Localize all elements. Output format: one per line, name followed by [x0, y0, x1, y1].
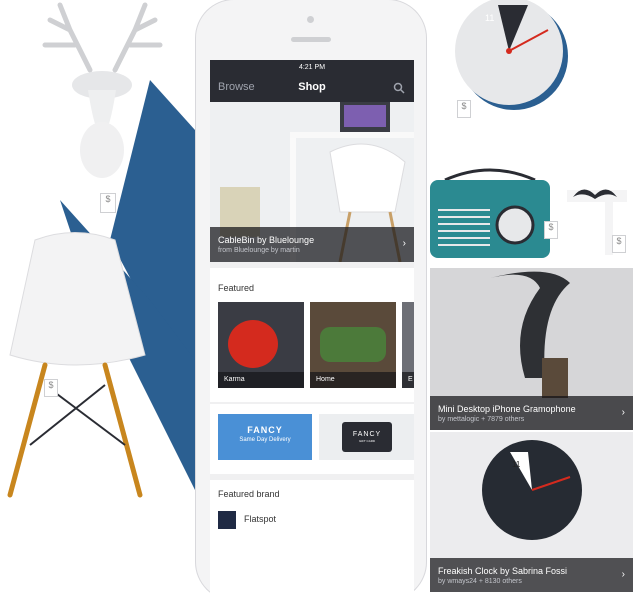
clock-number: 11 [512, 460, 521, 469]
chevron-right-icon: › [402, 238, 406, 249]
status-time: 4:21 PM [298, 63, 326, 71]
clock-number: 11 [485, 13, 495, 23]
gramophone-title: Mini Desktop iPhone Gramophone [438, 404, 576, 414]
chevron-right-icon: › [621, 569, 625, 580]
giftcard-subtitle: GIFT CARD [358, 439, 376, 443]
search-icon[interactable] [393, 82, 405, 94]
fancy-delivery-banner[interactable]: FANCY Same Day Delivery [218, 414, 312, 460]
gramophone-subtitle: by mettalogic + 7879 others [438, 416, 525, 423]
phone-speaker [291, 37, 331, 42]
featured-brand-section: Featured brand Flatspot [210, 480, 414, 600]
banner-subtitle: Same Day Delivery [239, 437, 291, 443]
hero-subtitle: from Bluelounge by martin [218, 247, 300, 254]
price-tag: $ [544, 221, 558, 239]
clock-caption: Freakish Clock by Sabrina Fossi by wmays… [430, 558, 633, 592]
featured-item-karma[interactable]: Karma [218, 302, 304, 388]
page-title: Shop [298, 81, 326, 93]
clock-subtitle: by wmays24 + 8130 others [438, 578, 522, 585]
price-tag: $ [44, 379, 58, 397]
product-card-gramophone[interactable]: Mini Desktop iPhone Gramophone by mettal… [430, 268, 633, 430]
featured-item-home[interactable]: Home [310, 302, 396, 388]
featured-item-label: Karma [218, 372, 304, 388]
featured-item-label: Home [310, 372, 396, 388]
status-bar: 4:21 PM [210, 60, 414, 74]
price-tag: $ [100, 193, 116, 213]
price-tag: $ [457, 100, 471, 118]
chevron-right-icon: › [621, 407, 625, 418]
phone-camera [307, 16, 314, 23]
brand-logo [218, 511, 236, 529]
featured-brand-heading: Featured brand [218, 489, 280, 499]
featured-item-label: E [402, 372, 414, 388]
banners-section: FANCY Same Day Delivery FANCY GIFT CARD [210, 404, 414, 474]
featured-heading: Featured [218, 283, 255, 293]
product-card-clock[interactable]: 11 Freakish Clock by Sabrina Fossi by wm… [430, 432, 633, 592]
clock-title: Freakish Clock by Sabrina Fossi [438, 566, 568, 576]
hero-caption[interactable]: CableBin by Bluelounge from Bluelounge b… [210, 227, 414, 262]
chair-illustration [7, 232, 146, 498]
price-tag: $ [612, 235, 626, 253]
giftcard-title: FANCY [352, 431, 382, 438]
radio-illustration [430, 168, 550, 258]
banner-title: FANCY [247, 425, 283, 435]
gramophone-caption: Mini Desktop iPhone Gramophone by mettal… [430, 396, 633, 430]
nav-bar: Browse Shop [210, 74, 414, 102]
deer-head-illustration [42, 2, 163, 178]
featured-item-e[interactable]: E [402, 302, 414, 388]
brand-name[interactable]: Flatspot [244, 514, 276, 524]
fancy-giftcard-banner[interactable]: FANCY GIFT CARD [319, 414, 414, 460]
phone-screen: 4:21 PM Browse Shop CableBin by Blueloun… [210, 60, 414, 600]
hero-title: CableBin by Bluelounge [218, 235, 315, 245]
